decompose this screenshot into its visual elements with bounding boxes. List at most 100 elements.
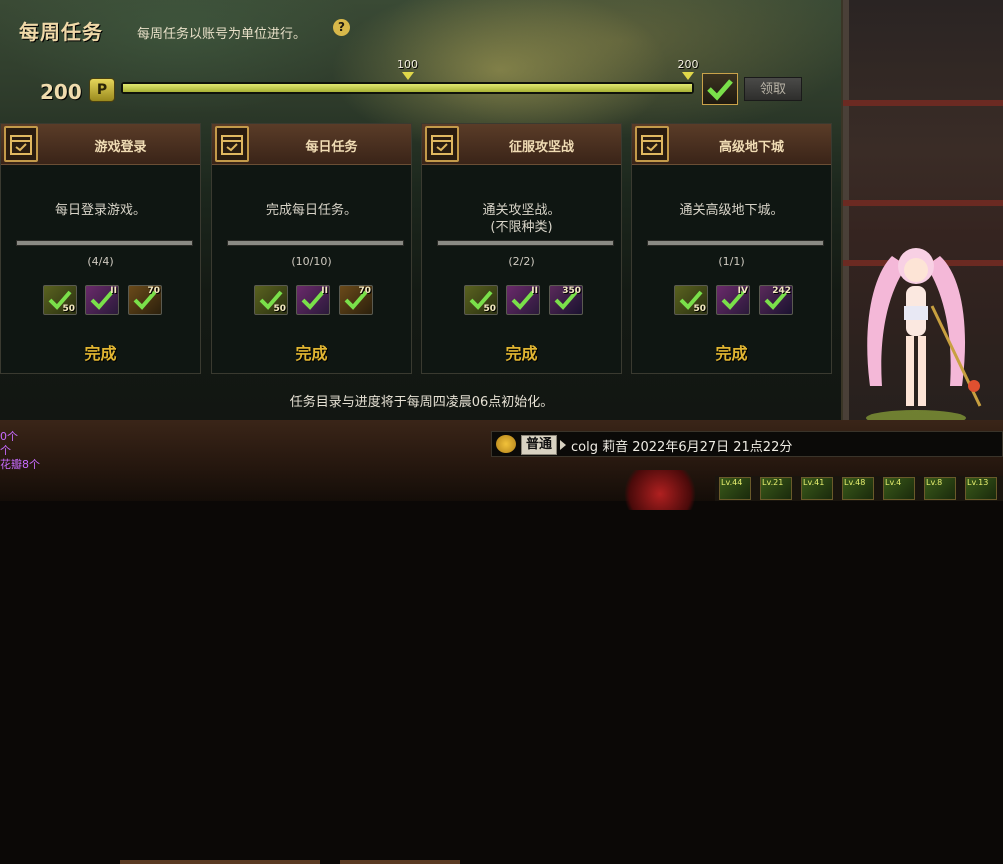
wall-stripe [843, 200, 1003, 206]
calendar-check-icon [10, 135, 32, 155]
task-title: 高级地下城 [718, 140, 784, 155]
reward-label: 242 [772, 286, 791, 296]
task-progress-bar [647, 240, 824, 246]
task-progress-count: (10/10) [291, 255, 332, 268]
marker-label: 100 [397, 58, 418, 71]
character-sprite[interactable] [852, 236, 982, 426]
task-status: 完成 [295, 344, 328, 363]
reward-item-icon[interactable]: 70 [128, 285, 162, 315]
reward-label: 70 [358, 286, 371, 296]
emote-icon[interactable] [496, 435, 516, 453]
calendar-check-icon [431, 135, 453, 155]
reset-notice: 任务目录与进度将于每周四凌晨06点初始化。 [289, 395, 554, 410]
floor-plank [340, 860, 460, 864]
skill-level: Lv.48 [844, 478, 866, 487]
skill-slot[interactable]: Lv.48 [842, 477, 874, 500]
reward-item-icon[interactable]: 70 [339, 285, 373, 315]
calendar-check-icon [221, 135, 243, 155]
reward-item-icon[interactable]: 50 [674, 285, 708, 315]
reward-label: IV [737, 286, 748, 296]
task-status: 完成 [505, 344, 538, 363]
skill-level: Lv.21 [762, 478, 784, 487]
chat-line: 个 [0, 444, 11, 457]
channel-arrow-icon [560, 440, 566, 450]
reward-item-icon[interactable]: IV [716, 285, 750, 315]
task-card-header: 每日任务 [212, 124, 411, 165]
reward-label: 50 [483, 304, 496, 314]
chat-bar[interactable]: 普通 colg 莉音 2022年6月27日 21点22分 [491, 431, 1003, 457]
task-card: 高级地下城 通关高级地下城。 (1/1) 50 IV 242 完成 [631, 123, 832, 374]
skill-slot[interactable]: Lv.4 [883, 477, 915, 500]
task-progress-count: (4/4) [87, 255, 114, 268]
task-card: 游戏登录 每日登录游戏。 (4/4) 50 II 70 完成 [0, 123, 201, 374]
reward-label: II [321, 286, 328, 296]
calendar-icon [4, 126, 38, 162]
chat-message: colg 莉音 2022年6月27日 21点22分 [571, 440, 793, 455]
task-title: 游戏登录 [94, 140, 147, 155]
side-chat-log: 0个 个 花瓣8个 [0, 416, 92, 501]
skill-slot[interactable]: Lv.41 [801, 477, 833, 500]
task-description: 通关高级地下城。 [679, 203, 784, 218]
hp-orb [615, 470, 705, 510]
chat-channel-button[interactable]: 普通 [521, 435, 558, 455]
claim-button[interactable]: 领取 [744, 77, 802, 101]
skill-slot[interactable]: Lv.21 [760, 477, 792, 500]
reward-label: 50 [62, 304, 75, 314]
reward-item-icon[interactable]: 50 [254, 285, 288, 315]
task-description: 每日登录游戏。 [54, 203, 146, 218]
weekly-mission-panel: 每周任务 每周任务以账号为单位进行。 ? 200 P 100 200 领取 游戏… [0, 0, 843, 420]
chat-line: 0个 [0, 430, 18, 443]
reward-label: 50 [273, 304, 286, 314]
calendar-icon [425, 126, 459, 162]
reward-label: II [531, 286, 538, 296]
task-progress-count: (1/1) [718, 255, 745, 268]
task-progress-bar [16, 240, 193, 246]
skill-level: Lv.44 [721, 478, 743, 487]
points-badge-icon: P [89, 78, 115, 102]
calendar-icon [635, 126, 669, 162]
reward-item-icon[interactable]: 242 [759, 285, 793, 315]
points-value: 200 [40, 80, 82, 104]
skill-level: Lv.8 [926, 478, 943, 487]
pillar [843, 0, 849, 430]
task-card-header: 高级地下城 [632, 124, 831, 165]
panel-description: 每周任务以账号为单位进行。 [137, 27, 307, 42]
marker-arrow-icon [401, 72, 414, 80]
progress-marker: 200 [673, 58, 703, 80]
task-progress-bar [437, 240, 614, 246]
reward-label: 350 [562, 286, 581, 296]
reward-item-icon[interactable]: II [296, 285, 330, 315]
chat-line: 花瓣8个 [0, 458, 40, 471]
marker-arrow-icon [682, 72, 694, 80]
skill-slot[interactable]: Lv.13 [965, 477, 997, 500]
task-progress-bar [227, 240, 404, 246]
reward-label: 50 [693, 304, 706, 314]
task-card: 每日任务 完成每日任务。 (10/10) 50 II 70 完成 [211, 123, 412, 374]
task-card-header: 征服攻坚战 [422, 124, 621, 165]
reward-label: 70 [147, 286, 160, 296]
panel-title: 每周任务 [19, 20, 103, 44]
task-description-note: (不限种类) [490, 220, 553, 235]
skill-slot[interactable]: Lv.44 [719, 477, 751, 500]
reward-item-icon[interactable]: 50 [464, 285, 498, 315]
calendar-check-icon [641, 135, 663, 155]
task-status: 完成 [84, 344, 117, 363]
reward-item-icon[interactable]: II [506, 285, 540, 315]
task-card: 征服攻坚战 通关攻坚战。 (不限种类) (2/2) 50 II 350 完成 [421, 123, 622, 374]
skill-bar: Lv.44 Lv.21 Lv.41 Lv.48 Lv.4 Lv.8 Lv.13 [715, 476, 1003, 501]
reward-item-icon[interactable]: II [85, 285, 119, 315]
points-progress-bar [121, 82, 694, 94]
marker-label: 200 [677, 58, 699, 71]
task-status: 完成 [715, 344, 748, 363]
task-progress-count: (2/2) [508, 255, 535, 268]
floor-plank [120, 860, 320, 864]
calendar-icon [215, 126, 249, 162]
reward-item-icon[interactable]: 50 [43, 285, 77, 315]
help-icon[interactable]: ? [333, 19, 350, 36]
wall-stripe [843, 100, 1003, 106]
milestone-reward-icon[interactable] [702, 73, 738, 105]
points-progress-fill [123, 84, 692, 92]
reward-item-icon[interactable]: 350 [549, 285, 583, 315]
skill-slot[interactable]: Lv.8 [924, 477, 956, 500]
skill-level: Lv.41 [803, 478, 825, 487]
